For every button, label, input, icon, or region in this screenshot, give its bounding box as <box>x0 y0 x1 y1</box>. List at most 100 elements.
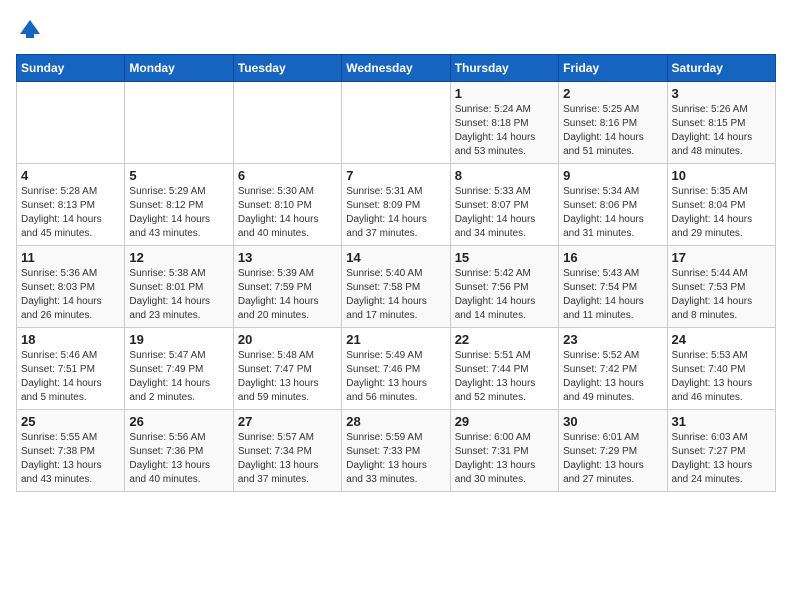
day-number: 16 <box>563 250 662 265</box>
calendar-cell: 19 Sunrise: 5:47 AM Sunset: 7:49 PM Dayli… <box>125 328 233 410</box>
weekday-header-tuesday: Tuesday <box>233 55 341 82</box>
day-number: 18 <box>21 332 120 347</box>
weekday-header-friday: Friday <box>559 55 667 82</box>
calendar-week-row: 11 Sunrise: 5:36 AM Sunset: 8:03 PM Dayli… <box>17 246 776 328</box>
day-info: Sunrise: 5:46 AM Sunset: 7:51 PM Dayligh… <box>21 349 120 405</box>
calendar-week-row: 18 Sunrise: 5:46 AM Sunset: 7:51 PM Dayli… <box>17 328 776 410</box>
day-number: 3 <box>672 86 771 101</box>
calendar-cell: 29 Sunrise: 6:00 AM Sunset: 7:31 PM Dayli… <box>450 410 558 492</box>
calendar-cell: 1 Sunrise: 5:24 AM Sunset: 8:18 PM Daylig… <box>450 82 558 164</box>
day-number: 23 <box>563 332 662 347</box>
day-info: Sunrise: 5:26 AM Sunset: 8:15 PM Dayligh… <box>672 103 771 159</box>
calendar-cell: 25Sunrise: 5:55 AM Sunset: 7:38 PM Dayli… <box>17 410 125 492</box>
calendar-cell: 23 Sunrise: 5:52 AM Sunset: 7:42 PM Dayli… <box>559 328 667 410</box>
calendar-cell: 26 Sunrise: 5:56 AM Sunset: 7:36 PM Dayli… <box>125 410 233 492</box>
day-info: Sunrise: 5:42 AM Sunset: 7:56 PM Dayligh… <box>455 267 554 323</box>
day-info: Sunrise: 5:39 AM Sunset: 7:59 PM Dayligh… <box>238 267 337 323</box>
day-number: 24 <box>672 332 771 347</box>
weekday-header-thursday: Thursday <box>450 55 558 82</box>
calendar-cell: 24 Sunrise: 5:53 AM Sunset: 7:40 PM Dayli… <box>667 328 775 410</box>
day-info: Sunrise: 5:56 AM Sunset: 7:36 PM Dayligh… <box>129 431 228 487</box>
logo <box>16 16 48 44</box>
day-info: Sunrise: 5:28 AM Sunset: 8:13 PM Dayligh… <box>21 185 120 241</box>
calendar-week-row: 25Sunrise: 5:55 AM Sunset: 7:38 PM Dayli… <box>17 410 776 492</box>
day-info: Sunrise: 5:25 AM Sunset: 8:16 PM Dayligh… <box>563 103 662 159</box>
day-info: Sunrise: 5:49 AM Sunset: 7:46 PM Dayligh… <box>346 349 445 405</box>
calendar-cell: 30Sunrise: 6:01 AM Sunset: 7:29 PM Dayli… <box>559 410 667 492</box>
day-number: 1 <box>455 86 554 101</box>
weekday-header-monday: Monday <box>125 55 233 82</box>
day-number: 19 <box>129 332 228 347</box>
calendar-cell: 2 Sunrise: 5:25 AM Sunset: 8:16 PM Daylig… <box>559 82 667 164</box>
calendar-cell: 13Sunrise: 5:39 AM Sunset: 7:59 PM Dayli… <box>233 246 341 328</box>
day-info: Sunrise: 5:30 AM Sunset: 8:10 PM Dayligh… <box>238 185 337 241</box>
day-info: Sunrise: 5:44 AM Sunset: 7:53 PM Dayligh… <box>672 267 771 323</box>
calendar-cell: 11 Sunrise: 5:36 AM Sunset: 8:03 PM Dayli… <box>17 246 125 328</box>
day-number: 4 <box>21 168 120 183</box>
day-number: 17 <box>672 250 771 265</box>
day-info: Sunrise: 5:36 AM Sunset: 8:03 PM Dayligh… <box>21 267 120 323</box>
day-number: 2 <box>563 86 662 101</box>
day-info: Sunrise: 5:55 AM Sunset: 7:38 PM Dayligh… <box>21 431 120 487</box>
calendar-cell: 4 Sunrise: 5:28 AM Sunset: 8:13 PM Daylig… <box>17 164 125 246</box>
day-number: 20 <box>238 332 337 347</box>
day-number: 7 <box>346 168 445 183</box>
calendar-cell: 17 Sunrise: 5:44 AM Sunset: 7:53 PM Dayli… <box>667 246 775 328</box>
day-number: 10 <box>672 168 771 183</box>
calendar-cell: 7 Sunrise: 5:31 AM Sunset: 8:09 PM Daylig… <box>342 164 450 246</box>
header <box>16 16 776 44</box>
day-number: 21 <box>346 332 445 347</box>
calendar-cell: 27 Sunrise: 5:57 AM Sunset: 7:34 PM Dayli… <box>233 410 341 492</box>
day-number: 9 <box>563 168 662 183</box>
day-info: Sunrise: 5:38 AM Sunset: 8:01 PM Dayligh… <box>129 267 228 323</box>
calendar-cell: 21 Sunrise: 5:49 AM Sunset: 7:46 PM Dayli… <box>342 328 450 410</box>
day-number: 26 <box>129 414 228 429</box>
day-number: 12 <box>129 250 228 265</box>
day-info: Sunrise: 5:34 AM Sunset: 8:06 PM Dayligh… <box>563 185 662 241</box>
calendar-cell: 8Sunrise: 5:33 AM Sunset: 8:07 PM Daylig… <box>450 164 558 246</box>
day-number: 6 <box>238 168 337 183</box>
weekday-header-wednesday: Wednesday <box>342 55 450 82</box>
day-info: Sunrise: 5:52 AM Sunset: 7:42 PM Dayligh… <box>563 349 662 405</box>
day-info: Sunrise: 5:51 AM Sunset: 7:44 PM Dayligh… <box>455 349 554 405</box>
day-info: Sunrise: 5:40 AM Sunset: 7:58 PM Dayligh… <box>346 267 445 323</box>
day-info: Sunrise: 5:31 AM Sunset: 8:09 PM Dayligh… <box>346 185 445 241</box>
day-info: Sunrise: 5:53 AM Sunset: 7:40 PM Dayligh… <box>672 349 771 405</box>
calendar-cell: 15Sunrise: 5:42 AM Sunset: 7:56 PM Dayli… <box>450 246 558 328</box>
logo-icon <box>16 16 44 44</box>
calendar-cell: 18 Sunrise: 5:46 AM Sunset: 7:51 PM Dayli… <box>17 328 125 410</box>
day-info: Sunrise: 5:57 AM Sunset: 7:34 PM Dayligh… <box>238 431 337 487</box>
day-info: Sunrise: 5:59 AM Sunset: 7:33 PM Dayligh… <box>346 431 445 487</box>
weekday-header-saturday: Saturday <box>667 55 775 82</box>
calendar-week-row: 4 Sunrise: 5:28 AM Sunset: 8:13 PM Daylig… <box>17 164 776 246</box>
day-number: 22 <box>455 332 554 347</box>
calendar-cell: 9 Sunrise: 5:34 AM Sunset: 8:06 PM Daylig… <box>559 164 667 246</box>
day-info: Sunrise: 6:00 AM Sunset: 7:31 PM Dayligh… <box>455 431 554 487</box>
day-info: Sunrise: 5:35 AM Sunset: 8:04 PM Dayligh… <box>672 185 771 241</box>
day-number: 29 <box>455 414 554 429</box>
day-info: Sunrise: 5:24 AM Sunset: 8:18 PM Dayligh… <box>455 103 554 159</box>
day-number: 5 <box>129 168 228 183</box>
day-number: 8 <box>455 168 554 183</box>
calendar-cell: 28 Sunrise: 5:59 AM Sunset: 7:33 PM Dayli… <box>342 410 450 492</box>
calendar-cell: 31 Sunrise: 6:03 AM Sunset: 7:27 PM Dayli… <box>667 410 775 492</box>
day-number: 11 <box>21 250 120 265</box>
day-info: Sunrise: 6:03 AM Sunset: 7:27 PM Dayligh… <box>672 431 771 487</box>
day-number: 14 <box>346 250 445 265</box>
day-info: Sunrise: 5:29 AM Sunset: 8:12 PM Dayligh… <box>129 185 228 241</box>
calendar-cell: 20Sunrise: 5:48 AM Sunset: 7:47 PM Dayli… <box>233 328 341 410</box>
day-info: Sunrise: 5:43 AM Sunset: 7:54 PM Dayligh… <box>563 267 662 323</box>
calendar-cell <box>125 82 233 164</box>
day-info: Sunrise: 5:47 AM Sunset: 7:49 PM Dayligh… <box>129 349 228 405</box>
calendar-table: SundayMondayTuesdayWednesdayThursdayFrid… <box>16 54 776 492</box>
day-number: 31 <box>672 414 771 429</box>
day-number: 28 <box>346 414 445 429</box>
day-number: 27 <box>238 414 337 429</box>
weekday-header-sunday: Sunday <box>17 55 125 82</box>
day-number: 30 <box>563 414 662 429</box>
calendar-cell: 22 Sunrise: 5:51 AM Sunset: 7:44 PM Dayli… <box>450 328 558 410</box>
calendar-header-row: SundayMondayTuesdayWednesdayThursdayFrid… <box>17 55 776 82</box>
calendar-cell <box>233 82 341 164</box>
calendar-cell: 10 Sunrise: 5:35 AM Sunset: 8:04 PM Dayli… <box>667 164 775 246</box>
calendar-cell: 6 Sunrise: 5:30 AM Sunset: 8:10 PM Daylig… <box>233 164 341 246</box>
